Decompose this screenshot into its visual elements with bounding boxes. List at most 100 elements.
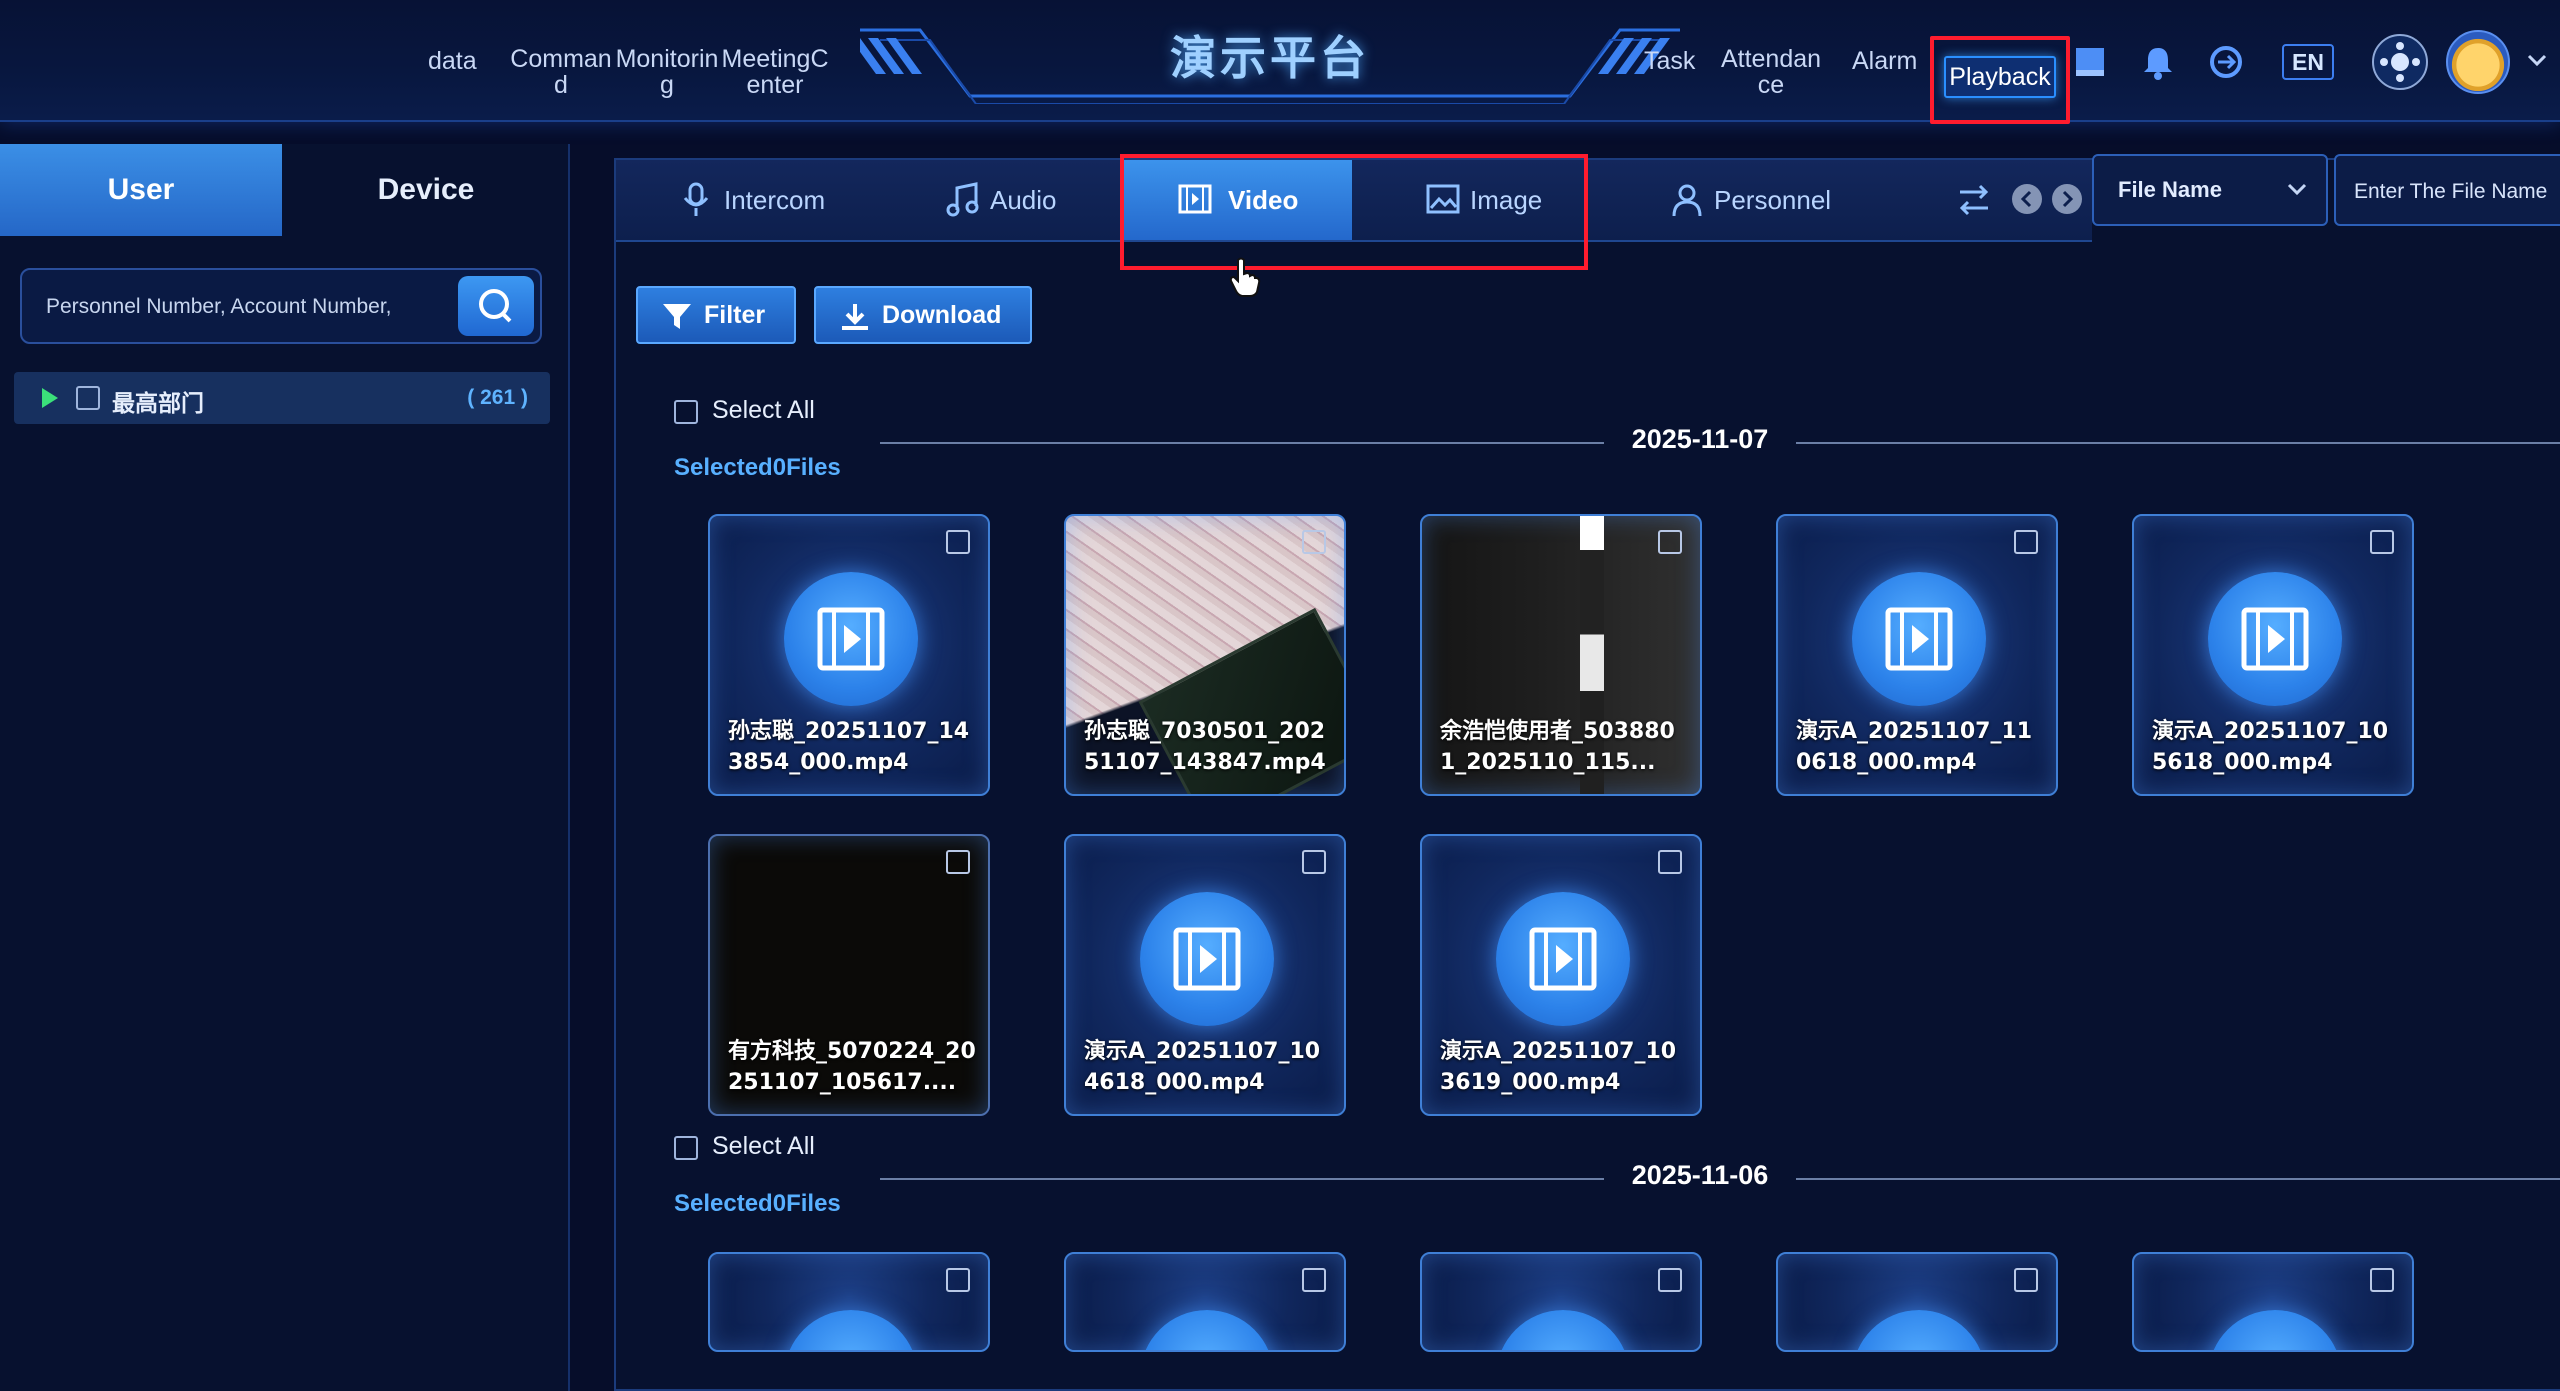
select-all-checkbox[interactable] [674,1136,698,1160]
tab-image-label: Image [1470,185,1543,215]
file-name: 演示A_20251107_104618_000.mp4 [1084,1039,1321,1095]
tab-device[interactable]: Device [282,144,570,236]
scroll-right-button[interactable] [2052,184,2082,214]
bell-icon[interactable] [2136,40,2180,84]
file-name-input[interactable] [2354,170,2560,214]
video-icon [1496,892,1630,1026]
tab-personnel[interactable]: Personnel [1670,160,1880,240]
file-checkbox[interactable] [946,850,970,874]
file-checkbox[interactable] [1658,530,1682,554]
search-field-select-value: File Name [2118,177,2222,202]
file-checkbox[interactable] [946,530,970,554]
scroll-left-button[interactable] [2012,184,2042,214]
nav-monitoring[interactable]: Monitoring [612,46,722,98]
search-icon [479,289,512,323]
file-name: 余浩恺使用者_5038801_2025110_115... [1440,719,1675,775]
nav-command[interactable]: Command [506,46,616,98]
video-icon [2208,1310,2342,1350]
nav-alarm[interactable]: Alarm [1852,48,1917,74]
nav-data[interactable]: data [428,48,477,74]
video-icon [1852,1310,1986,1350]
music-note-icon [946,182,979,217]
file-name: 有方科技_5070224_20251107_105617.... [728,1039,976,1095]
switch-view-icon[interactable] [1956,182,1992,218]
file-checkbox[interactable] [2370,530,2394,554]
select-all-label: Select All [712,1132,815,1160]
top-bar: 演示平台 data Command Monitoring MeetingCent… [0,0,2560,124]
select-all-label: Select All [712,396,815,424]
tab-intercom[interactable]: Intercom [680,160,860,240]
search-button[interactable] [458,276,534,336]
group-date: 2025-11-07 [1631,424,1769,454]
image-icon [1426,184,1460,214]
file-name: 孙志聪_7030501_20251107_143847.mp4 [1084,719,1326,775]
file-checkbox[interactable] [2014,1268,2038,1292]
tab-intercom-label: Intercom [724,185,826,215]
microphone-icon [683,182,709,216]
nav-task[interactable]: Task [1644,48,1695,74]
file-checkbox[interactable] [946,1268,970,1292]
divider [1796,442,2560,444]
video-file-card[interactable]: 演示A_20251107_105618_000.mp4 [2132,514,2414,796]
tree-checkbox[interactable] [76,386,100,410]
video-file-card[interactable]: 孙志聪_20251107_143854_000.mp4 [708,514,990,796]
tree-node-top-department[interactable]: 最高部门 ( 261 ) [14,372,550,424]
language-switch[interactable]: EN [2282,44,2334,80]
title-frame: 演示平台 [860,0,1680,104]
file-name: 演示A_20251107_103619_000.mp4 [1440,1039,1677,1095]
playback-highlight: Playback [1930,36,2070,124]
file-checkbox[interactable] [1302,850,1326,874]
nav-meeting-center[interactable]: MeetingCenter [720,46,830,98]
plugin-icon[interactable] [2370,32,2430,92]
select-all-checkbox[interactable] [674,400,698,424]
video-file-card[interactable]: 余浩恺使用者_5038801_2025110_115... [1420,514,1702,796]
video-file-card[interactable]: 演示A_20251107_104618_000.mp4 [1064,834,1346,1116]
chevron-right-icon [2062,190,2074,208]
expand-arrow-icon[interactable] [42,388,58,408]
file-checkbox[interactable] [1302,530,1326,554]
file-name: 演示A_20251107_110618_000.mp4 [1796,719,2033,775]
video-icon [784,1310,918,1350]
tree-node-label: 最高部门 [112,391,204,417]
video-file-card[interactable] [1776,1252,2058,1352]
video-icon [1852,572,1986,706]
video-file-card[interactable]: 有方科技_5070224_20251107_105617.... [708,834,990,1116]
funnel-icon [663,304,691,329]
book-icon[interactable] [2068,40,2112,84]
video-file-card[interactable] [1420,1252,1702,1352]
file-name: 孙志聪_20251107_143854_000.mp4 [728,719,970,775]
download-button[interactable]: Download [814,286,1032,344]
theme-icon[interactable] [2204,40,2248,84]
tab-video[interactable]: Video [1124,160,1352,240]
avatar[interactable] [2446,30,2510,94]
tab-user[interactable]: User [0,144,282,236]
tab-image[interactable]: Image [1426,160,1586,240]
chevron-down-icon[interactable] [2524,50,2550,70]
file-checkbox[interactable] [2370,1268,2394,1292]
nav-playback[interactable]: Playback [1944,56,2056,98]
nav-attendance[interactable]: Attendance [1716,46,1826,98]
chevron-left-icon [2020,190,2032,208]
video-icon [784,572,918,706]
video-file-card[interactable] [1064,1252,1346,1352]
search-field-select[interactable]: File Name [2092,154,2328,226]
video-file-card[interactable]: 演示A_20251107_103619_000.mp4 [1420,834,1702,1116]
chevron-down-icon [2287,183,2307,196]
personnel-search-input[interactable] [46,284,456,330]
file-checkbox[interactable] [2014,530,2038,554]
filter-button[interactable]: Filter [636,286,796,344]
divider [880,1178,1604,1180]
video-file-card[interactable]: 演示A_20251107_110618_000.mp4 [1776,514,2058,796]
file-checkbox[interactable] [1658,1268,1682,1292]
video-file-card[interactable] [708,1252,990,1352]
file-name-field [2334,154,2560,226]
tab-video-label: Video [1228,185,1299,215]
file-checkbox[interactable] [1658,850,1682,874]
tab-audio[interactable]: Audio [946,160,1106,240]
video-file-card[interactable] [2132,1252,2414,1352]
file-name: 演示A_20251107_105618_000.mp4 [2152,719,2389,775]
video-file-card[interactable]: 孙志聪_7030501_20251107_143847.mp4 [1064,514,1346,796]
tab-personnel-label: Personnel [1714,185,1832,215]
video-icon [1140,892,1274,1026]
file-checkbox[interactable] [1302,1268,1326,1292]
